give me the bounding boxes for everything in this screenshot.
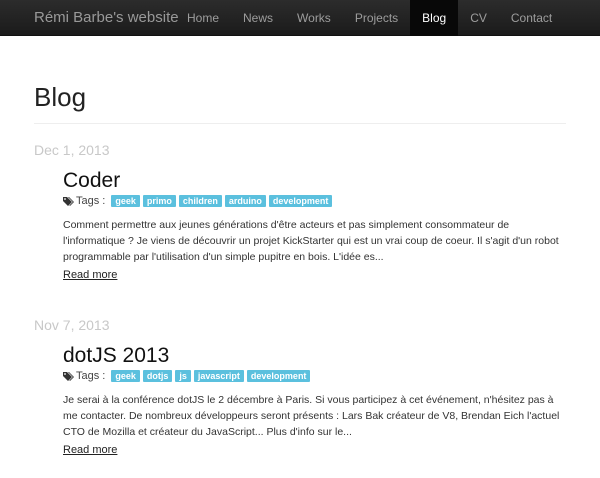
nav-item-works[interactable]: Works	[285, 0, 343, 36]
tag-badge[interactable]: children	[178, 195, 222, 207]
tag-badge[interactable]: primo	[142, 195, 176, 207]
tags-label: Tags :	[76, 370, 106, 382]
post-tags: Tags : geek primo children arduino devel…	[63, 194, 335, 208]
page-title: Blog	[34, 82, 87, 112]
nav-item-contact[interactable]: Contact	[499, 0, 564, 36]
tag-badge[interactable]: javascript	[193, 370, 244, 382]
tags-icon	[63, 371, 74, 381]
tag-badge[interactable]: geek	[111, 370, 140, 382]
tag-badge[interactable]: development	[246, 370, 311, 382]
tag-badge[interactable]: geek	[111, 195, 140, 207]
tag-badge[interactable]: development	[268, 195, 333, 207]
nav-item-cv[interactable]: CV	[458, 0, 499, 36]
site-brand-link[interactable]: Rémi Barbe's website	[34, 0, 179, 36]
post-title[interactable]: dotJS 2013	[63, 344, 169, 368]
post-excerpt: Comment permettre aux jeunes générations…	[63, 219, 559, 263]
tag-badge[interactable]: dotjs	[142, 370, 173, 382]
tag-badge[interactable]: js	[175, 370, 191, 382]
tags-icon	[63, 196, 74, 206]
nav-item-projects[interactable]: Projects	[343, 0, 410, 36]
post-title[interactable]: Coder	[63, 169, 120, 193]
post-excerpt: Je serai à la conférence dotJS le 2 déce…	[63, 394, 560, 438]
tag-badge[interactable]: arduino	[224, 195, 266, 207]
nav-item-home[interactable]: Home	[175, 0, 231, 36]
nav-item-blog[interactable]: Blog	[410, 0, 459, 36]
top-navbar: Rémi Barbe's website Home News Works Pro…	[0, 0, 600, 36]
post-date: Dec 1, 2013	[34, 142, 110, 158]
read-more-link[interactable]: Read more	[63, 444, 117, 456]
main-nav: Home News Works Projects Blog CV Contact	[175, 0, 564, 36]
post-tags: Tags : geek dotjs js javascript developm…	[63, 369, 313, 383]
tags-label: Tags :	[76, 195, 106, 207]
read-more-link[interactable]: Read more	[63, 269, 117, 281]
title-divider	[34, 123, 566, 124]
post-date: Nov 7, 2013	[34, 317, 110, 333]
nav-item-news[interactable]: News	[231, 0, 285, 36]
